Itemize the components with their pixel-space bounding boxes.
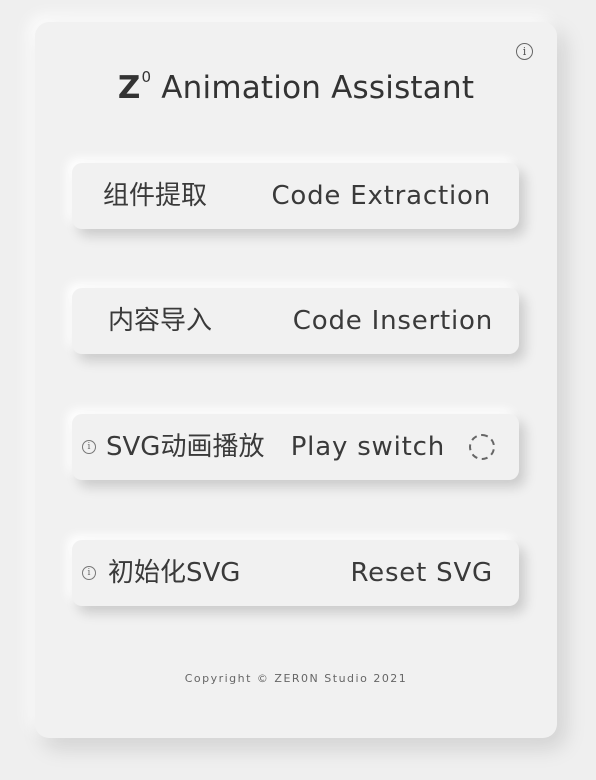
play-switch-label-zh: SVG动画播放	[106, 432, 265, 462]
reset-svg-label-zh: 初始化SVG	[108, 558, 241, 588]
code-extraction-label-zh: 组件提取	[103, 181, 208, 211]
logo-z: Z	[117, 70, 141, 106]
title-text: Animation Assistant	[161, 70, 475, 106]
play-switch-button[interactable]: i SVG动画播放 Play switch	[72, 414, 519, 480]
play-switch-label-en: Play switch	[290, 432, 445, 462]
toggle-spinner-icon[interactable]	[469, 434, 495, 460]
reset-svg-button[interactable]: i 初始化SVG Reset SVG	[72, 540, 519, 606]
info-icon[interactable]: i	[516, 43, 533, 60]
app-title: Z0 Animation Assistant	[35, 68, 557, 106]
play-switch-info-icon[interactable]: i	[82, 440, 96, 454]
reset-svg-info-icon[interactable]: i	[82, 566, 96, 580]
code-extraction-label-en: Code Extraction	[271, 181, 491, 211]
code-insertion-button[interactable]: 内容导入 Code Insertion	[72, 288, 519, 354]
code-insertion-label-zh: 内容导入	[108, 306, 213, 336]
reset-svg-label-en: Reset SVG	[350, 558, 493, 588]
code-extraction-button[interactable]: 组件提取 Code Extraction	[72, 163, 519, 229]
code-insertion-label-en: Code Insertion	[292, 306, 493, 336]
assistant-panel: i Z0 Animation Assistant 组件提取 Code Extrac…	[35, 22, 557, 738]
logo-superscript: 0	[141, 68, 152, 86]
copyright-text: Copyright © ZER0N Studio 2021	[184, 672, 408, 685]
